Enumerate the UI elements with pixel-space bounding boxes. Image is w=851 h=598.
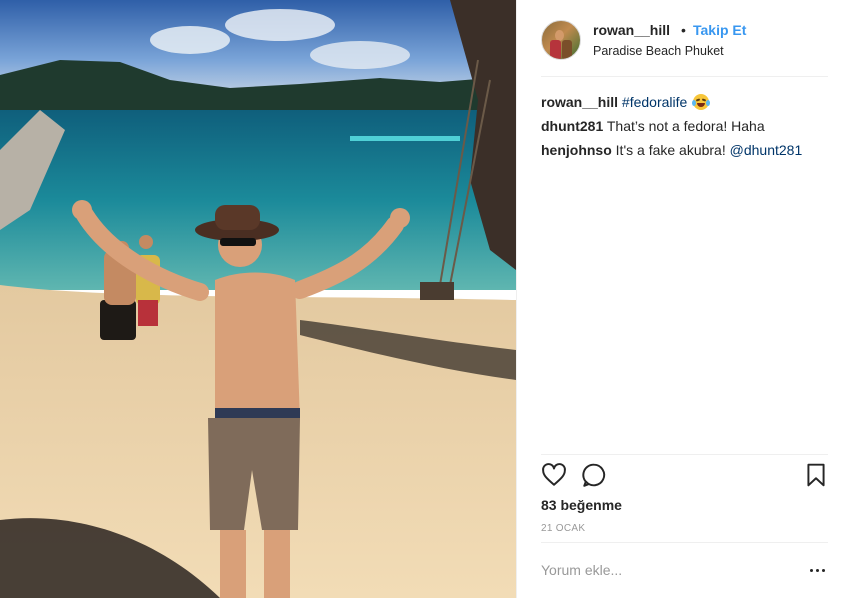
comment-username[interactable]: rowan__hill (541, 94, 618, 110)
separator-dot: • (681, 22, 686, 38)
comment-username[interactable]: henjohnso (541, 142, 612, 158)
comment-text: That’s not a fedora! Haha (606, 118, 765, 134)
comment-list: rowan__hill #fedoralife dhunt281 That’s … (541, 90, 831, 162)
comment-username[interactable]: dhunt281 (541, 118, 603, 134)
post-photo[interactable] (0, 0, 516, 598)
ellipsis-icon[interactable] (808, 562, 828, 578)
location-link[interactable]: Paradise Beach Phuket (593, 44, 724, 58)
mention-link[interactable]: @dhunt281 (730, 142, 803, 158)
comment-text: It's a fake akubra! (615, 142, 726, 158)
add-comment-input[interactable] (541, 556, 801, 584)
avatar[interactable] (541, 20, 581, 60)
speech-bubble-icon[interactable] (581, 462, 607, 488)
comment-item: henjohnso It's a fake akubra! @dhunt281 (541, 138, 831, 162)
action-bar (541, 462, 831, 492)
heart-outline-icon[interactable] (541, 462, 567, 488)
bookmark-outline-icon[interactable] (803, 462, 829, 488)
follow-button[interactable]: Takip Et (693, 22, 746, 38)
author-username[interactable]: rowan__hill (593, 22, 670, 38)
post-header: rowan__hill • Takip Et Paradise Beach Ph… (541, 18, 831, 78)
tears-of-joy-emoji-icon (692, 94, 711, 110)
hashtag-link[interactable]: #fedoralife (622, 94, 687, 110)
post-sidebar: rowan__hill • Takip Et Paradise Beach Ph… (516, 0, 851, 598)
actions-divider (541, 454, 828, 455)
comment-box-divider (541, 542, 828, 543)
instagram-post: rowan__hill • Takip Et Paradise Beach Ph… (0, 0, 851, 598)
header-divider (541, 76, 828, 77)
caption-comment: rowan__hill #fedoralife (541, 90, 831, 114)
likes-count[interactable]: 83 beğenme (541, 497, 622, 513)
beach-photo-image (0, 0, 516, 598)
post-date[interactable]: 21 OCAK (541, 523, 585, 534)
comment-item: dhunt281 That’s not a fedora! Haha (541, 114, 831, 138)
